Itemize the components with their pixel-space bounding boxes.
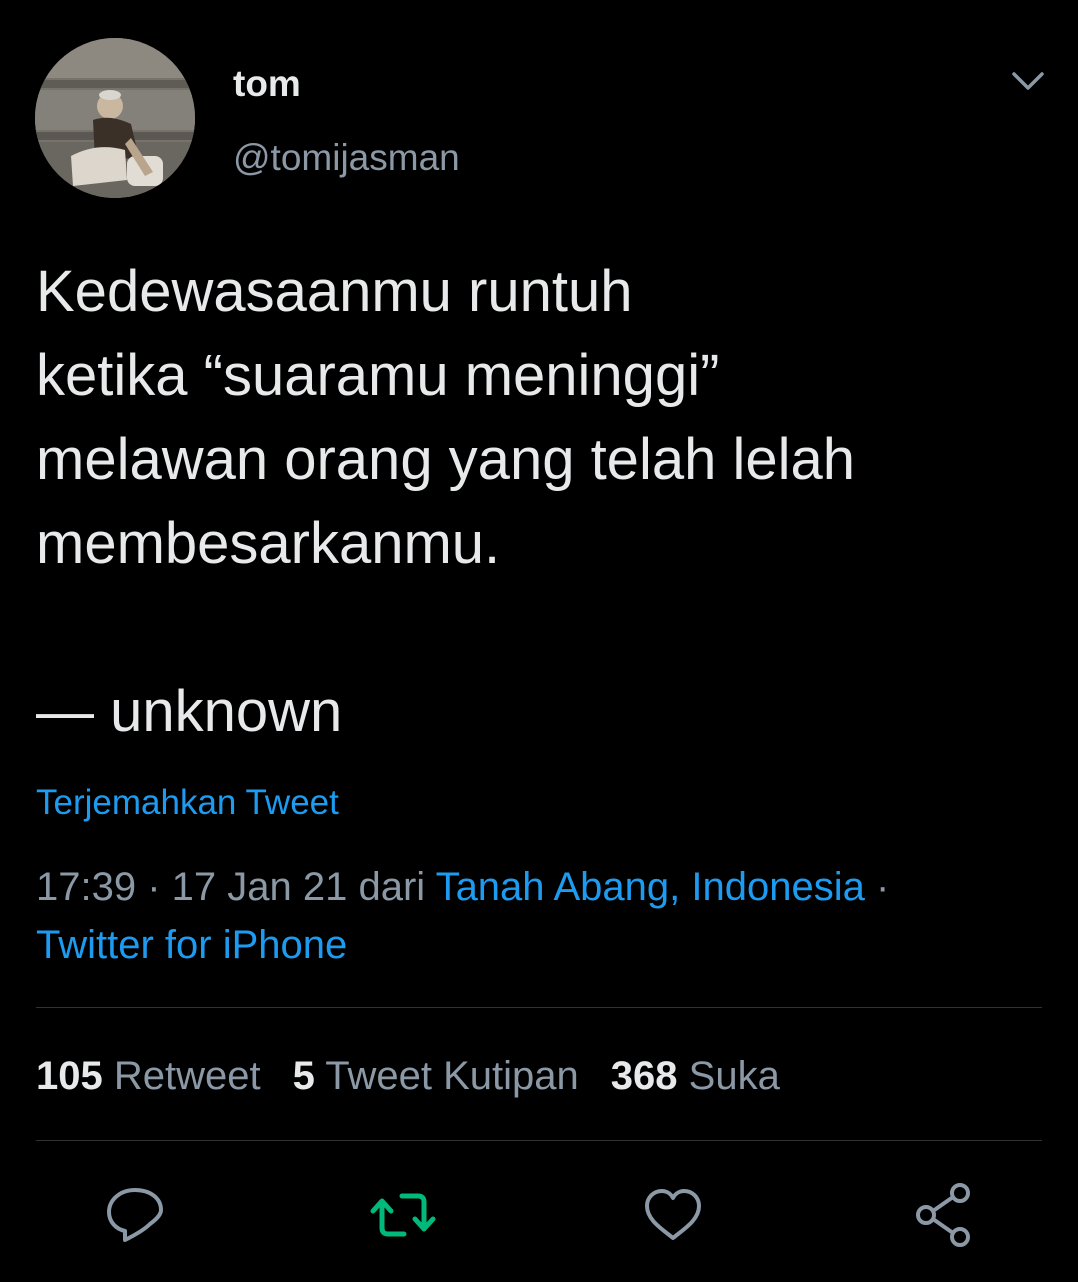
share-button[interactable] [908, 1180, 978, 1250]
share-icon [916, 1183, 970, 1247]
retweets-count: 105 [36, 1054, 103, 1098]
more-options-button[interactable] [1006, 62, 1050, 102]
author-display-name[interactable]: tom [233, 62, 301, 106]
likes-stat[interactable]: 368 Suka [611, 1050, 780, 1102]
avatar[interactable] [35, 38, 195, 198]
retweets-stat[interactable]: 105 Retweet [36, 1050, 261, 1102]
divider-top [36, 1007, 1042, 1008]
reply-button[interactable] [100, 1180, 170, 1250]
retweet-icon [370, 1193, 436, 1237]
meta-trailing-separator: · [864, 865, 890, 909]
tweet-stats: 105 Retweet 5 Tweet Kutipan 368 Suka [36, 1050, 812, 1102]
chevron-down-icon [1012, 72, 1044, 90]
retweets-label: Retweet [113, 1054, 261, 1098]
quote-tweets-stat[interactable]: 5 Tweet Kutipan [293, 1050, 579, 1102]
tweet-action-bar [0, 1180, 1078, 1250]
reply-icon [107, 1188, 163, 1242]
heart-icon [645, 1189, 701, 1240]
likes-count: 368 [610, 1054, 678, 1098]
tweet-meta: 17:39 · 17 Jan 21 dari Tanah Abang, Indo… [36, 858, 1036, 974]
meta-from-label: dari [347, 865, 436, 909]
translate-tweet-link[interactable]: Terjemahkan Tweet [36, 782, 339, 824]
meta-separator: · [136, 865, 172, 909]
retweet-button[interactable] [368, 1180, 438, 1250]
quote-tweets-count: 5 [292, 1054, 315, 1098]
tweet-location-link[interactable]: Tanah Abang, Indonesia [436, 865, 865, 909]
tweet-date: 17 Jan 21 [171, 865, 348, 909]
author-handle[interactable]: @tomijasman [233, 136, 460, 180]
like-button[interactable] [638, 1180, 708, 1250]
likes-label: Suka [688, 1054, 780, 1098]
tweet-source-link[interactable]: Twitter for iPhone [36, 923, 347, 967]
tweet-time: 17:39 [36, 865, 137, 909]
divider-bottom [36, 1140, 1042, 1141]
quote-tweets-label: Tweet Kutipan [325, 1054, 579, 1098]
tweet-text: Kedewasaanmu runtuh ketika “suaramu meni… [36, 259, 855, 744]
avatar-photo [35, 38, 195, 198]
